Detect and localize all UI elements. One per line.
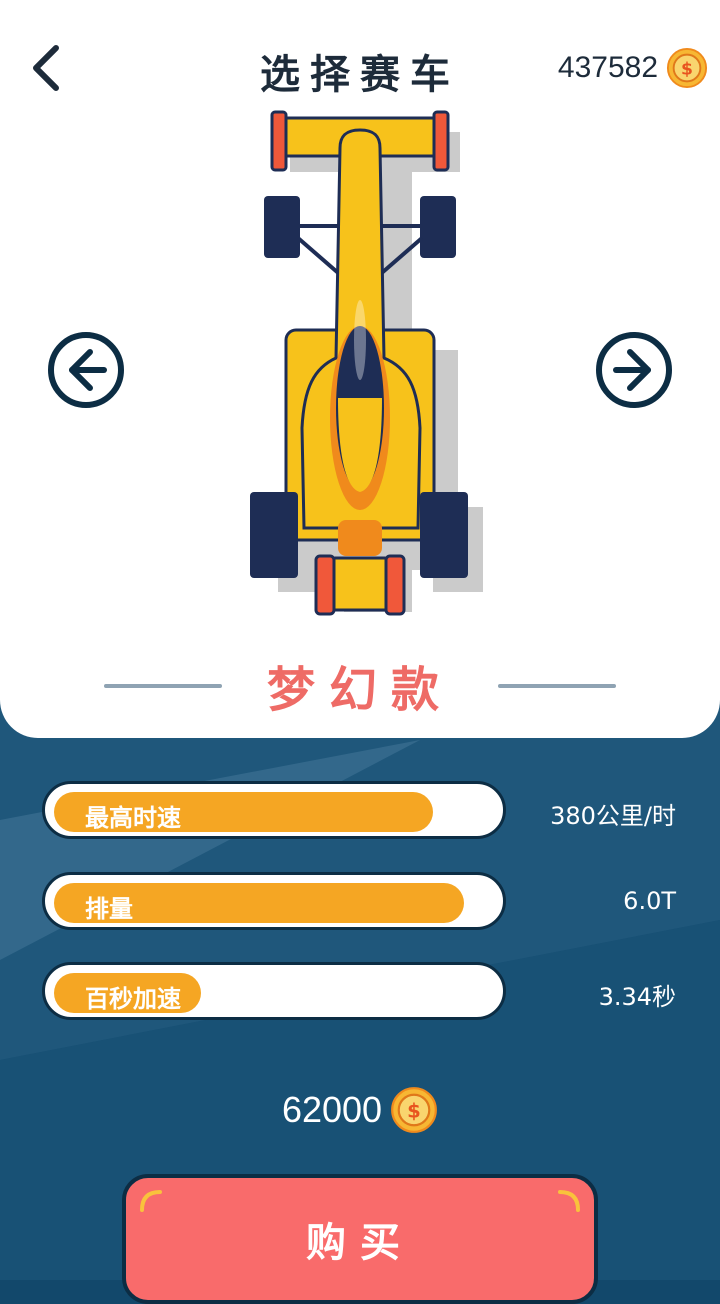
arrow-right-circle-icon[interactable]: [594, 330, 674, 410]
arrow-left-circle-icon[interactable]: [46, 330, 126, 410]
coin-balance-amount: 437582: [557, 51, 658, 84]
price: 62000 $: [0, 1086, 720, 1134]
stat-value: 6.0T: [623, 887, 676, 915]
stat-value: 380公里/时: [550, 802, 676, 830]
stat-value: 3.34秒: [598, 983, 676, 1011]
buy-button[interactable]: 购买: [122, 1174, 598, 1304]
stat-label: 排量: [85, 895, 133, 923]
stat-acceleration: 百秒加速 3.34秒: [42, 962, 682, 1022]
stat-bar-track: 最高时速: [42, 781, 506, 839]
stat-bar-track: 排量: [42, 872, 506, 930]
car-name-section: 梦幻款: [0, 650, 720, 720]
coin-balance: 437582 $: [558, 46, 708, 90]
stat-bar-track: 百秒加速: [42, 962, 506, 1020]
svg-text:$: $: [681, 60, 693, 80]
car-preview-card: 选择赛车 437582 $ 梦幻款: [0, 0, 720, 738]
dollar-coin-icon: $: [666, 47, 708, 89]
stat-label: 百秒加速: [85, 985, 181, 1013]
price-amount: 62000: [281, 1089, 383, 1130]
svg-text:$: $: [407, 1100, 421, 1123]
dollar-coin-icon: $: [391, 1087, 437, 1133]
buy-button-label: 购买: [306, 1220, 414, 1266]
race-car-image: [250, 110, 483, 616]
stat-top-speed: 最高时速 380公里/时: [42, 781, 682, 841]
divider-line: [498, 684, 616, 688]
stat-displacement: 排量 6.0T: [42, 872, 682, 932]
stat-label: 最高时速: [85, 804, 181, 832]
